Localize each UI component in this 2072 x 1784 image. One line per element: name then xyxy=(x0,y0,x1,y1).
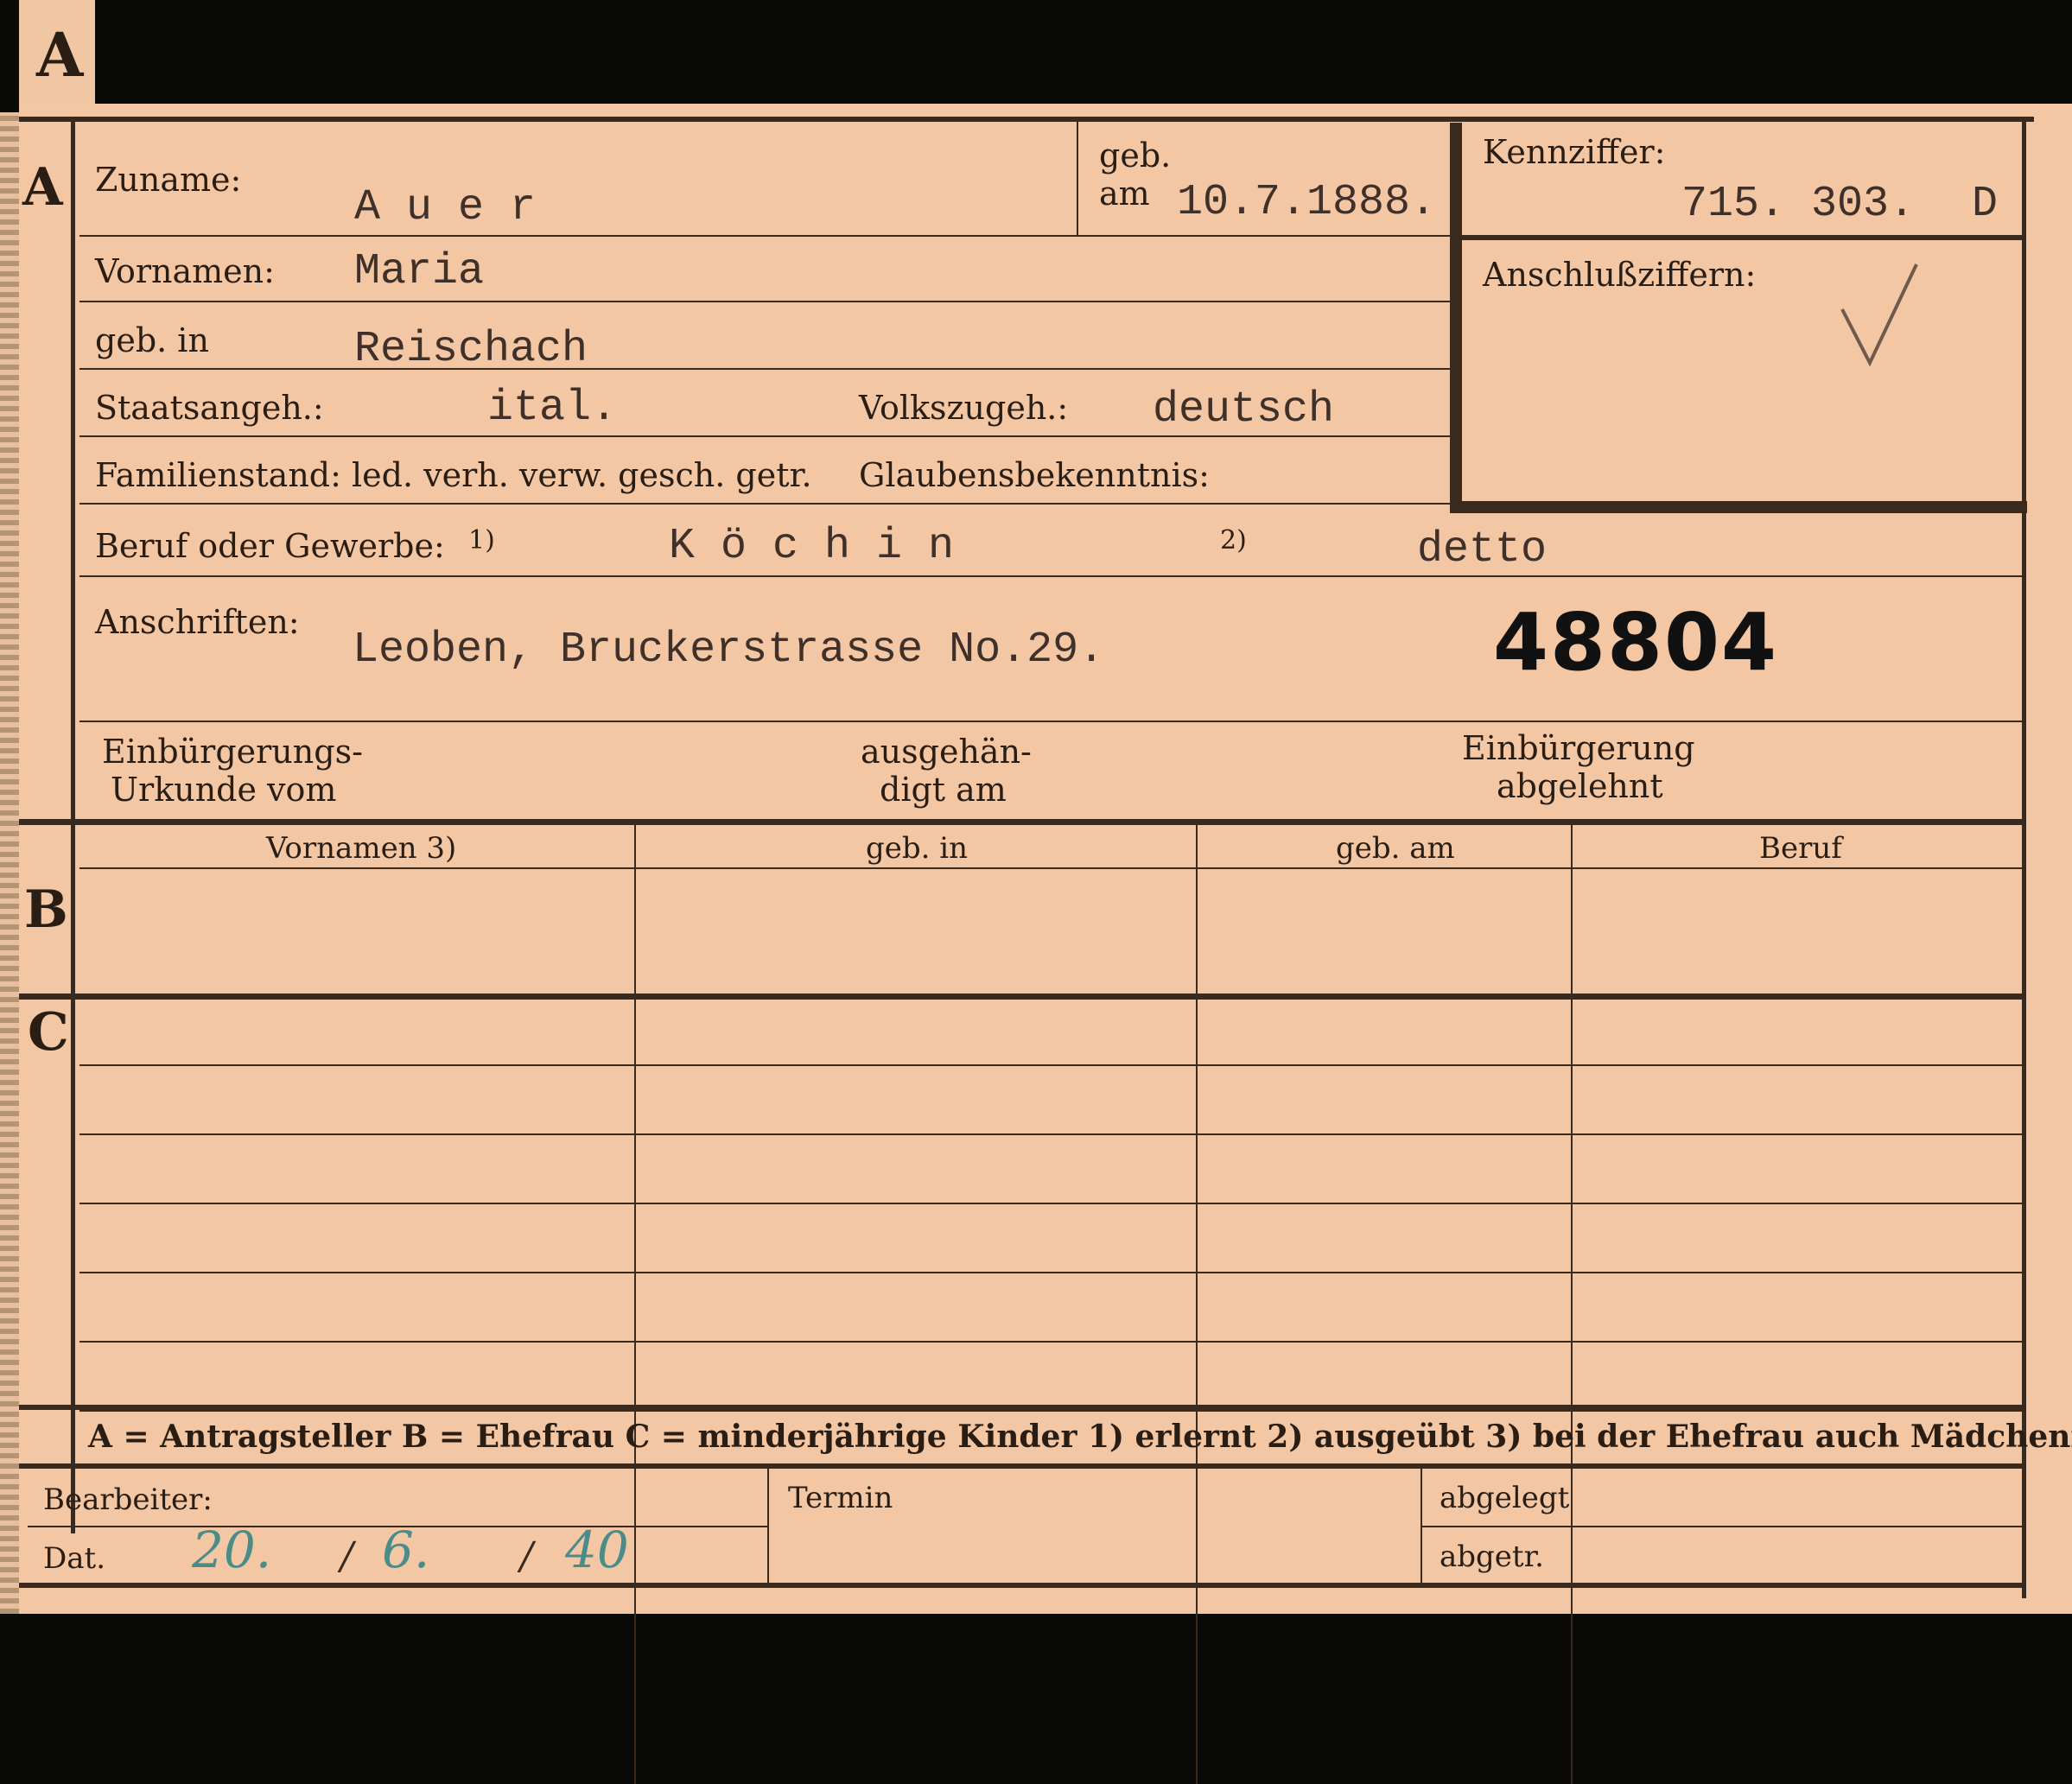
zuname-value: A u e r xyxy=(354,183,537,232)
section-c-top-border xyxy=(19,994,2025,1000)
section-b-letter: B xyxy=(24,879,68,940)
geb-in-label: geb. in xyxy=(95,321,209,359)
table-c-row-line xyxy=(79,1341,2025,1343)
col-header-beruf: Beruf xyxy=(1759,831,1842,866)
footer-divider-2 xyxy=(1421,1469,1422,1586)
section-a-left-border xyxy=(71,117,75,1533)
kennziffer-label: Kennziffer: xyxy=(1483,133,1666,171)
table-col-line xyxy=(1196,825,1198,1784)
dat-month: 6. xyxy=(382,1521,430,1579)
card-top-border xyxy=(19,117,2034,122)
table-c-row-line xyxy=(79,1410,2025,1412)
card-tab-letter: A xyxy=(36,19,84,91)
row-line xyxy=(79,721,2025,722)
zuname-label: Zuname: xyxy=(95,161,242,199)
footer-divider-1 xyxy=(767,1469,769,1586)
row-line xyxy=(79,368,1462,370)
kennziffer-value: 715. 303. xyxy=(1681,180,1916,229)
footnote-2-marker: 2) xyxy=(1220,525,1247,556)
row-line xyxy=(79,235,1462,237)
glaubens-label: Glaubensbekenntnis: xyxy=(859,456,1210,494)
anschlussziffern-label: Anschlußziffern: xyxy=(1483,256,1757,294)
geb-am-label-1: geb. xyxy=(1099,136,1172,175)
dat-separator: / xyxy=(340,1534,353,1578)
table-c-row-line xyxy=(79,1203,2025,1204)
card-tab: A xyxy=(19,0,95,114)
staatsangeh-value: ital. xyxy=(487,384,618,433)
section-a-letter: A xyxy=(22,157,63,218)
col-header-geb-in: geb. in xyxy=(866,831,969,866)
row-line xyxy=(79,301,1462,302)
beruf-value-2: detto xyxy=(1417,525,1548,575)
vornamen-label: Vornamen: xyxy=(95,252,275,290)
staatsangeh-label: Staatsangeh.: xyxy=(95,389,324,427)
legend-text: A = Antragsteller B = Ehefrau C = minder… xyxy=(88,1419,2072,1455)
ausgehaendigt-1: ausgehän- xyxy=(861,733,1032,771)
table-c-row-line xyxy=(79,1133,2025,1135)
beruf-label: Beruf oder Gewerbe: xyxy=(95,527,445,565)
einbuergerung-abgelehnt-2: abgelehnt xyxy=(1497,767,1663,805)
legend-bottom-border xyxy=(19,1463,2025,1469)
footnote-1-marker: 1) xyxy=(468,525,495,556)
dat-separator: / xyxy=(520,1534,533,1578)
kennziffer-box-left xyxy=(1450,123,1462,511)
termin-label: Termin xyxy=(788,1481,893,1515)
table-c-row-line xyxy=(79,1064,2025,1066)
ausgehaendigt-2: digt am xyxy=(880,771,1007,809)
anschriften-value: Leoben, Bruckerstrasse No.29. xyxy=(353,625,1105,675)
table-c-row-line xyxy=(79,1272,2025,1273)
einbuergerung-urkunde-1: Einbürgerungs- xyxy=(102,733,363,771)
check-mark-icon xyxy=(1840,263,1918,367)
card-edge xyxy=(0,112,21,1614)
geb-am-divider xyxy=(1077,121,1078,235)
geb-in-value: Reischach xyxy=(354,325,588,374)
abgelegt-label: abgelegt xyxy=(1440,1481,1570,1515)
volkszugeh-value: deutsch xyxy=(1153,385,1335,435)
geb-am-value: 10.7.1888. xyxy=(1177,178,1437,227)
row-line xyxy=(79,503,2025,505)
dat-year: 40 xyxy=(565,1521,629,1579)
col-header-geb-am: geb. am xyxy=(1336,831,1455,866)
einbuergerung-urkunde-2: Urkunde vom xyxy=(111,771,337,809)
vornamen-value: Maria xyxy=(354,247,485,296)
legend-top-border xyxy=(19,1405,2025,1410)
footer-row-line xyxy=(1421,1526,2025,1527)
table-b-header-line xyxy=(79,867,2025,869)
registration-card: A B C Zuname: A u e r geb. am 10.7.1888.… xyxy=(19,104,2072,1784)
table-col-line xyxy=(634,825,636,1784)
table-col-line xyxy=(1571,825,1573,1784)
stamp-number: 48804 xyxy=(1493,596,1779,689)
section-b-top-border xyxy=(19,819,2025,825)
abgetr-label: abgetr. xyxy=(1440,1540,1544,1574)
familienstand-label: Familienstand: led. verh. verw. gesch. g… xyxy=(95,456,812,494)
anschriften-label: Anschriften: xyxy=(95,603,300,641)
beruf-value-1: K ö c h i n xyxy=(669,522,955,571)
col-header-vornamen: Vornamen 3) xyxy=(266,831,457,866)
dat-label: Dat. xyxy=(43,1541,106,1576)
geb-am-label-2: am xyxy=(1099,175,1150,213)
bearbeiter-label: Bearbeiter: xyxy=(43,1482,213,1517)
kennziffer-divider xyxy=(1460,235,2024,240)
card-right-border xyxy=(2022,117,2026,1598)
dat-day: 20. xyxy=(192,1521,272,1579)
row-line xyxy=(79,435,1462,437)
row-line xyxy=(79,575,2025,577)
kennziffer-suffix: D xyxy=(1972,180,1999,229)
einbuergerung-abgelehnt-1: Einbürgerung xyxy=(1462,729,1695,767)
card-bottom-border xyxy=(19,1583,2025,1588)
volkszugeh-label: Volkszugeh.: xyxy=(859,389,1069,427)
section-c-letter: C xyxy=(28,1002,69,1063)
